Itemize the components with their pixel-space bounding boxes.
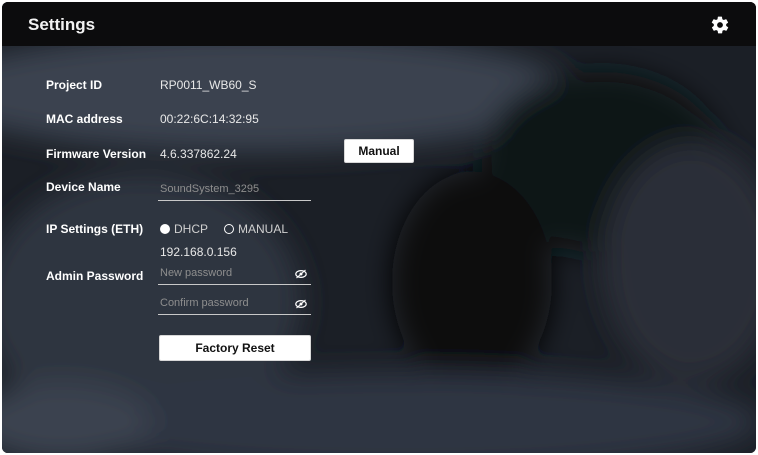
device-name-label: Device Name (46, 180, 121, 194)
device-name-input[interactable] (160, 180, 288, 198)
device-name-field (158, 180, 311, 201)
manual-button[interactable]: Manual (344, 139, 414, 163)
mac-address-value: 00:22:6C:14:32:95 (160, 112, 259, 126)
admin-password-label: Admin Password (46, 269, 144, 283)
manual-ip-label: MANUAL (238, 222, 289, 236)
dhcp-radio[interactable]: DHCP (160, 222, 208, 236)
firmware-version-value: 4.6.337862.24 (160, 147, 237, 161)
radio-unselected-icon (224, 224, 234, 234)
settings-form: Project ID RP0011_WB60_S MAC address 00:… (2, 2, 756, 453)
ip-address-value: 192.168.0.156 (160, 245, 237, 259)
dhcp-label: DHCP (174, 222, 209, 236)
new-password-field (158, 264, 311, 285)
project-id-label: Project ID (46, 78, 103, 92)
new-password-input[interactable] (160, 264, 288, 282)
settings-window: Settings Project ID RP0011_WB60_S MAC ad… (2, 2, 756, 453)
eye-icon[interactable] (295, 269, 307, 279)
manual-radio[interactable]: MANUAL (224, 222, 288, 236)
firmware-version-label: Firmware Version (46, 147, 147, 161)
ip-settings-label: IP Settings (ETH) (46, 222, 144, 236)
factory-reset-button[interactable]: Factory Reset (159, 335, 311, 361)
confirm-password-field (158, 294, 311, 315)
mac-address-label: MAC address (46, 112, 123, 126)
eye-icon[interactable] (295, 299, 307, 309)
radio-selected-icon (160, 224, 170, 234)
project-id-value: RP0011_WB60_S (160, 78, 257, 92)
confirm-password-input[interactable] (160, 294, 288, 312)
